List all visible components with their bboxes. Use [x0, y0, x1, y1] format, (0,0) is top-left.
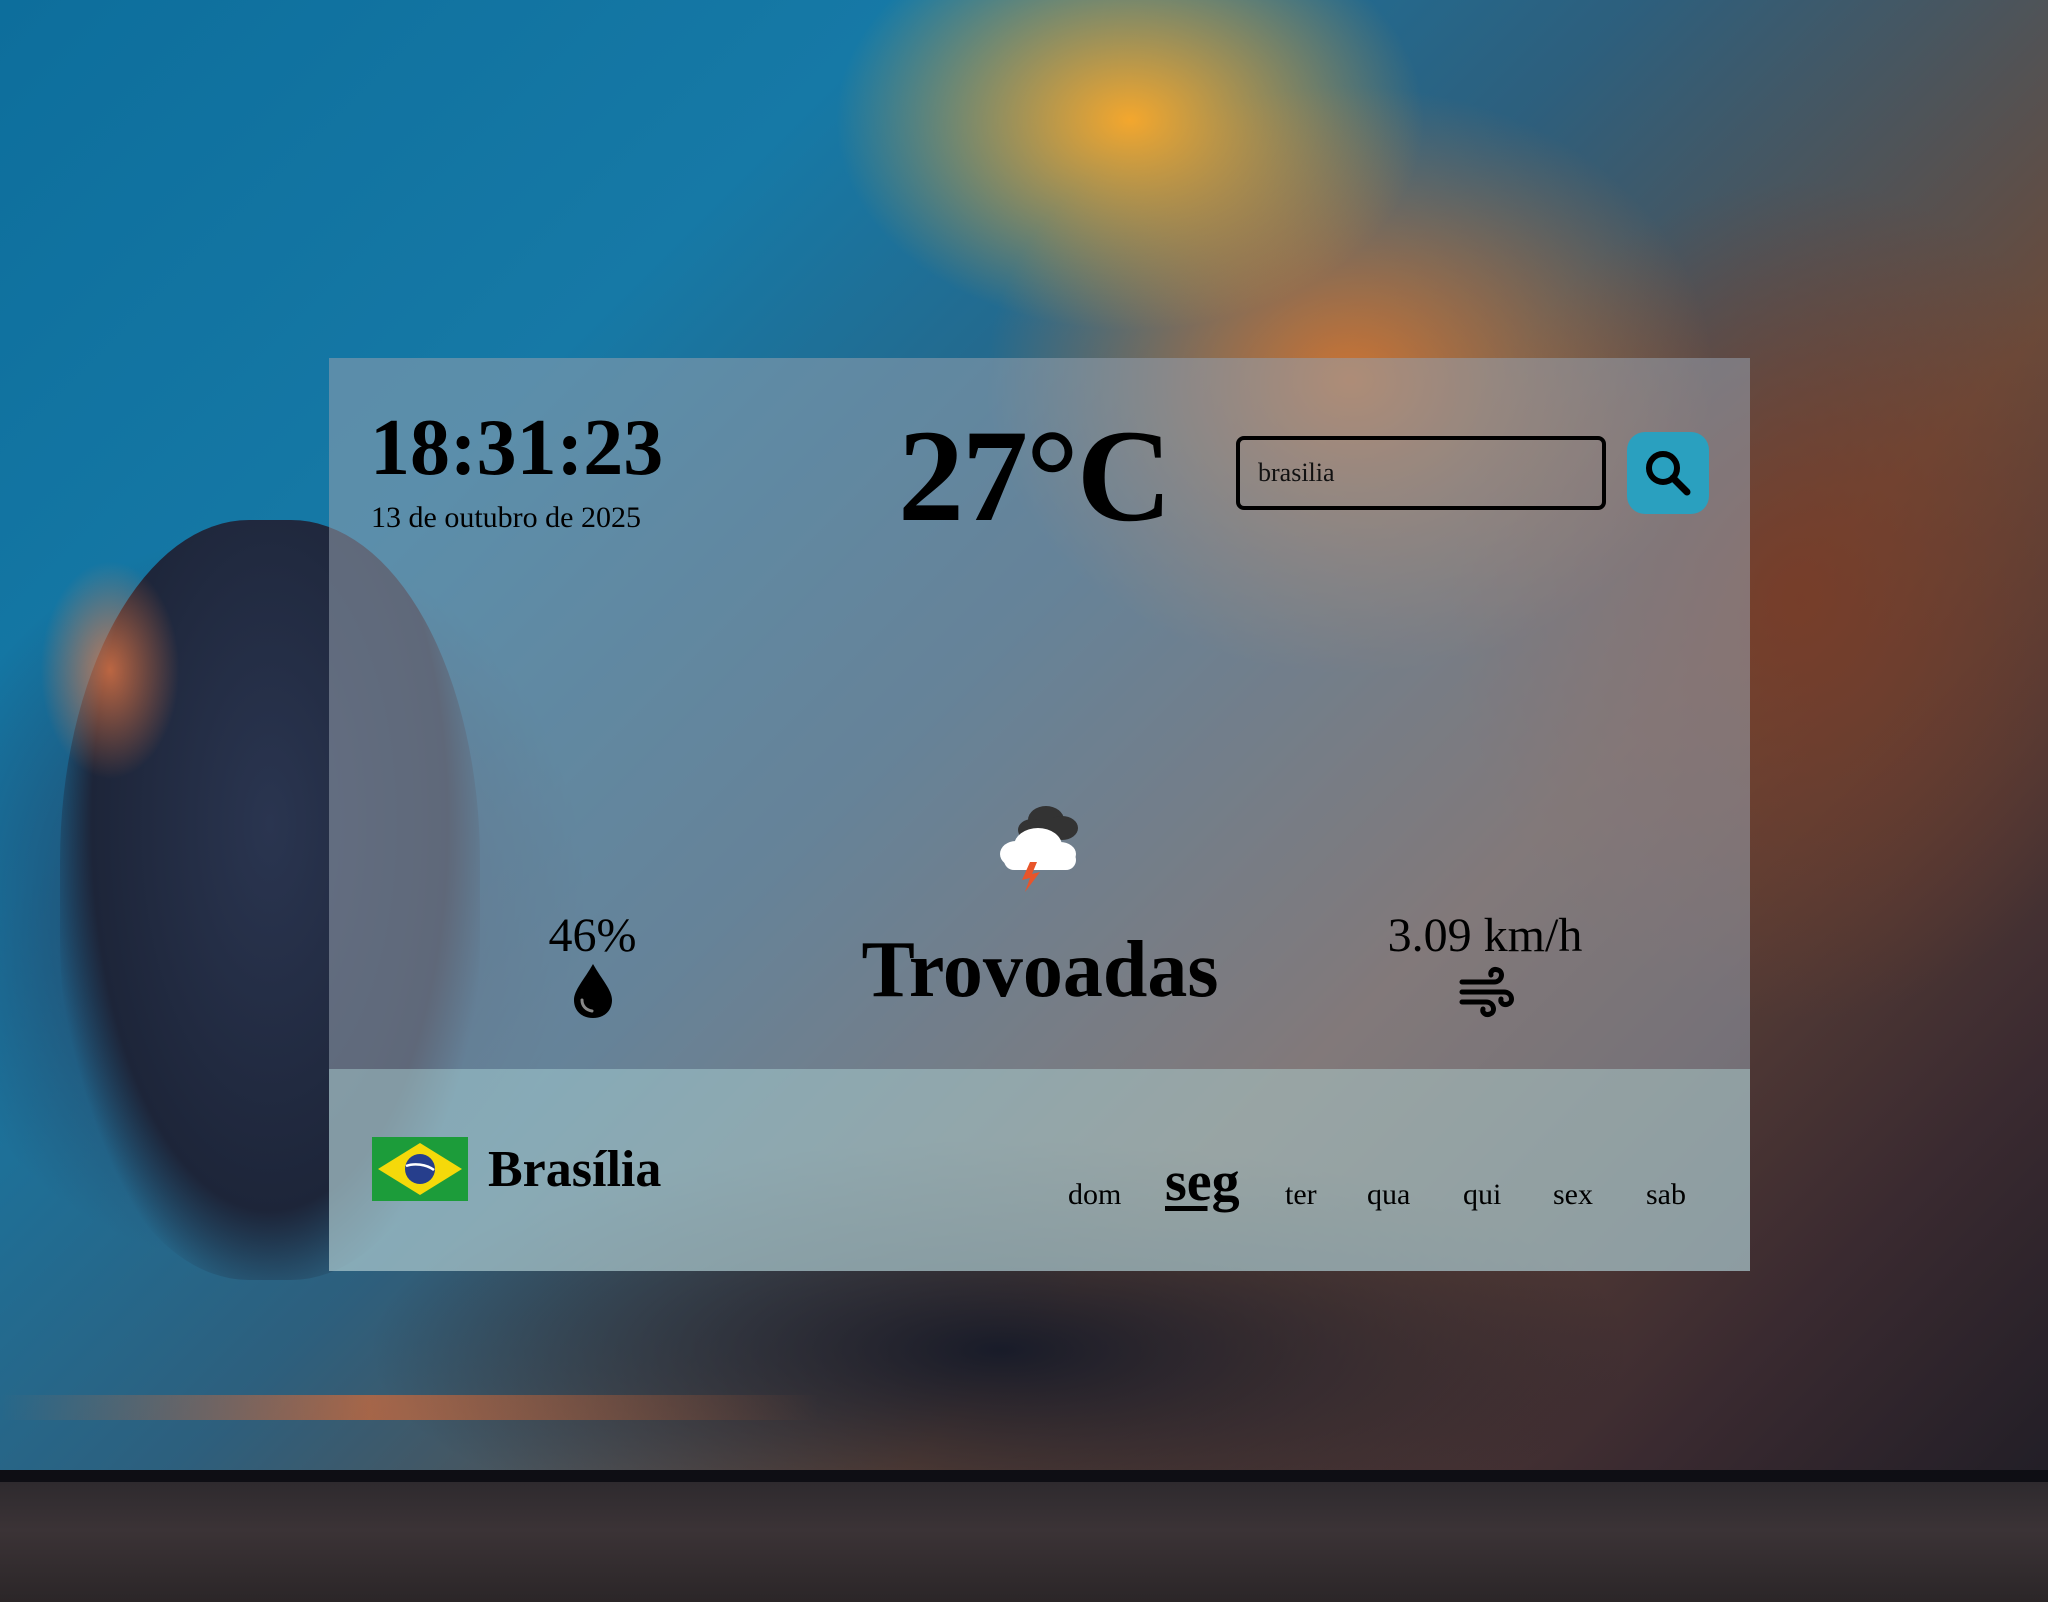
brazil-flag-icon: [372, 1137, 468, 1201]
day-dom[interactable]: dom: [1068, 1180, 1121, 1210]
day-qui[interactable]: qui: [1463, 1180, 1501, 1210]
search-icon: [1646, 451, 1691, 496]
search-button[interactable]: [1627, 432, 1709, 514]
weekday-selector: dom seg ter qua qui sex sab: [1050, 1140, 1710, 1210]
day-ter[interactable]: ter: [1285, 1180, 1317, 1210]
date-label: 13 de outubro de 2025: [371, 501, 641, 534]
day-sab[interactable]: sab: [1646, 1180, 1686, 1210]
thunderstorm-icon: [1000, 806, 1078, 892]
humidity-value: 46%: [548, 909, 637, 962]
wind-speed: 3.09 km/h: [1387, 909, 1583, 962]
search-input[interactable]: [1236, 436, 1606, 510]
day-seg[interactable]: seg: [1165, 1154, 1240, 1210]
wind-icon: [1459, 967, 1514, 1017]
day-sex[interactable]: sex: [1553, 1180, 1593, 1210]
water-drop-icon: [574, 964, 612, 1018]
day-qua[interactable]: qua: [1367, 1180, 1410, 1210]
weather-condition: Trovoadas: [861, 926, 1219, 1014]
temperature: 27°C: [898, 402, 1172, 549]
city-name: Brasília: [488, 1141, 662, 1198]
clock: 18:31:23: [370, 404, 664, 492]
